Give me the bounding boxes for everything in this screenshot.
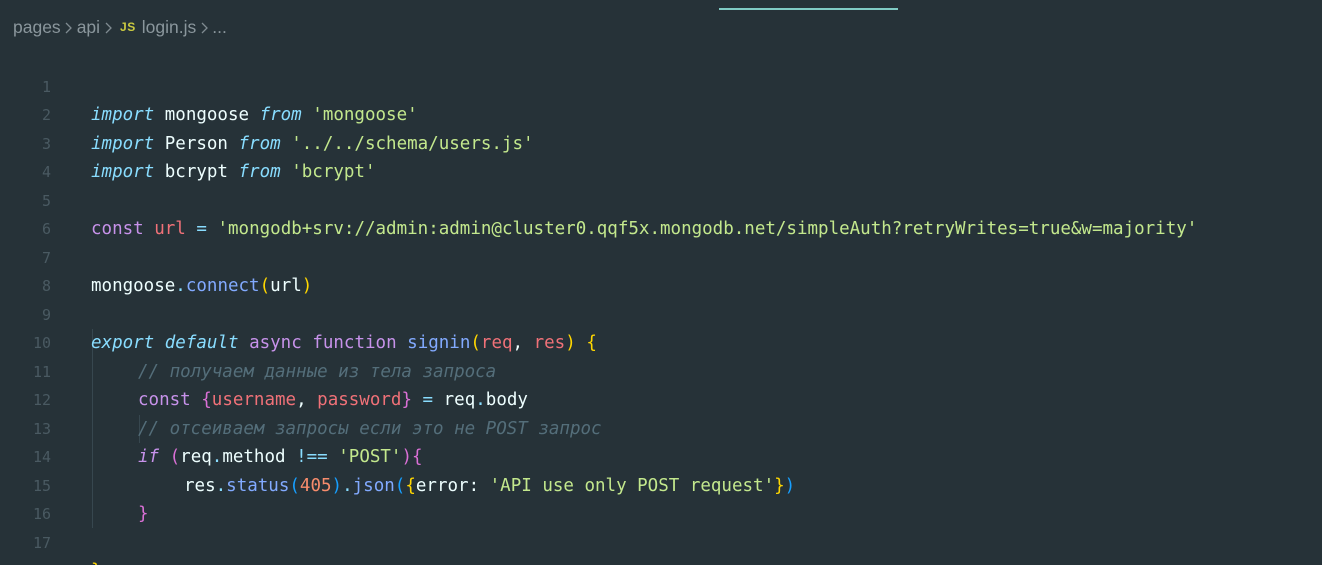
active-tab-indicator: [719, 8, 898, 10]
code-line: 3 import bcrypt from 'bcrypt': [0, 101, 1322, 183]
token: }: [91, 561, 102, 565]
breadcrumb: pages api JS login.js ...: [13, 14, 227, 40]
code-line: 14 res.status(405).json({error: 'API use…: [0, 415, 1322, 496]
code-line: 10 // получаем данные из тела запроса: [0, 301, 1322, 382]
line-content: }: [91, 557, 102, 565]
code-line: 16: [0, 472, 1322, 523]
code-line: 11 const {username, password} = req.body: [0, 329, 1322, 411]
code-line: 1 import mongoose from 'mongoose': [0, 44, 1322, 126]
code-line: 4: [0, 130, 1322, 181]
code-line: 5 const url = 'mongodb+srv://admin:admin…: [0, 158, 1322, 240]
code-line: 7 mongoose.connect(url): [0, 215, 1322, 297]
code-line: 2 import Person from '../../schema/users…: [0, 73, 1322, 154]
code-area[interactable]: 1 import mongoose from 'mongoose' 2 impo…: [0, 44, 1322, 565]
code-line: 15 }: [0, 443, 1322, 525]
chevron-right-icon: [196, 19, 212, 36]
code-editor[interactable]: pages api JS login.js ... 1 import mongo…: [0, 0, 1322, 565]
breadcrumb-item-file[interactable]: login.js: [142, 17, 196, 38]
code-line: 9 export default async function signin(r…: [0, 272, 1322, 354]
code-line: 8: [0, 244, 1322, 295]
code-line: 17 }: [0, 500, 1322, 565]
code-line: 13 if (req.method !== 'POST'){: [0, 386, 1322, 468]
chevron-right-icon: [100, 19, 116, 36]
breadcrumb-item-api[interactable]: api: [77, 17, 100, 38]
line-number: 18: [0, 557, 51, 565]
breadcrumb-item-pages[interactable]: pages: [13, 17, 61, 38]
code-line: 6: [0, 187, 1322, 238]
javascript-file-icon: JS: [120, 20, 136, 34]
code-line: 18: [0, 529, 1322, 565]
breadcrumb-item-symbol[interactable]: ...: [212, 17, 227, 38]
chevron-right-icon: [61, 19, 77, 36]
code-line: 12 // отсеиваем запросы если это не POST…: [0, 358, 1322, 439]
